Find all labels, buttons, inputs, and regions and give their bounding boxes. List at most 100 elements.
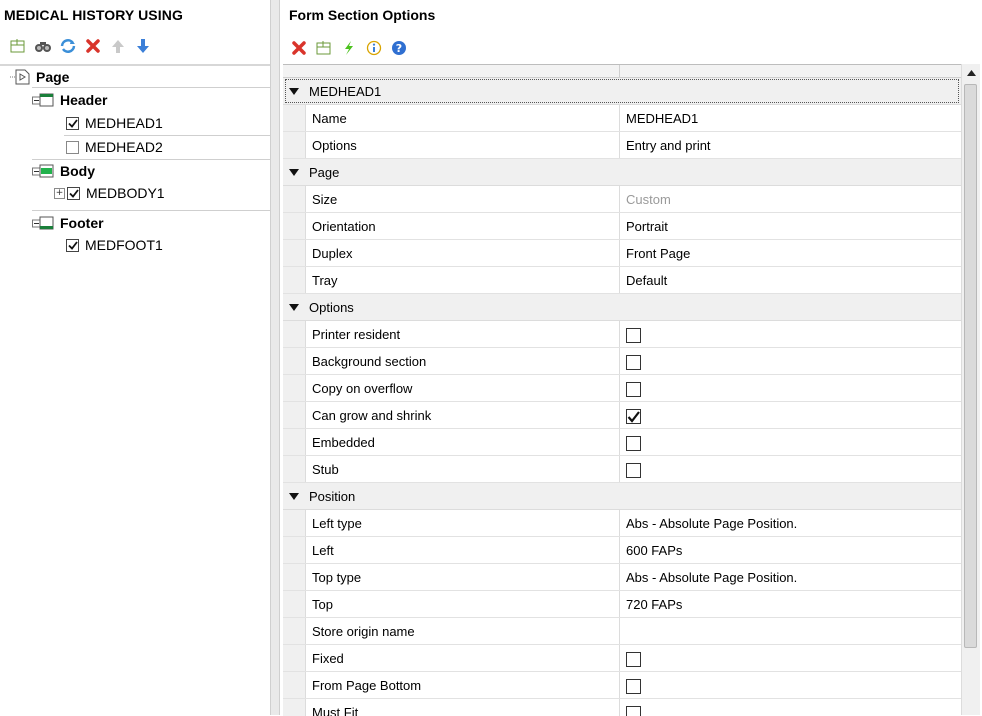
body-section-icon [32,164,54,178]
add-section-icon[interactable] [8,37,27,56]
collapse-icon[interactable] [283,303,305,311]
tree-item-separator [64,135,270,136]
section-tree-panel: MEDICAL HISTORY USING Page Header MEDHEA… [0,0,270,715]
collapse-icon[interactable] [283,492,305,500]
add-section-icon[interactable] [314,39,333,58]
medfoot1-checkbox[interactable] [66,238,79,252]
delete-icon[interactable] [289,39,308,58]
printer-resident-checkbox[interactable] [626,328,641,343]
medhead2-checkbox[interactable] [66,140,79,154]
scrollbar-thumb[interactable] [964,84,977,648]
property-row[interactable]: Top 720 FAPs [283,591,961,618]
from-page-bottom-checkbox[interactable] [626,679,641,694]
can-grow-and-shrink-checkbox[interactable] [626,409,641,424]
property-row[interactable]: Duplex Front Page [283,240,961,267]
find-icon[interactable] [33,37,52,56]
property-value[interactable]: Default [620,267,961,293]
tree-item-medhead1[interactable]: MEDHEAD1 [66,113,163,133]
property-row[interactable]: From Page Bottom [283,672,961,699]
move-up-icon[interactable] [108,37,127,56]
collapse-icon[interactable] [283,168,305,176]
expand-icon[interactable]: + [54,187,65,199]
embedded-checkbox[interactable] [626,436,641,451]
tree-item-label: MEDHEAD2 [85,139,163,155]
property-value[interactable]: 600 FAPs [620,537,961,563]
property-name: Top type [306,564,620,590]
copy-on-overflow-checkbox[interactable] [626,382,641,397]
property-row[interactable]: Size Custom [283,186,961,213]
property-row[interactable]: Copy on overflow [283,375,961,402]
property-row[interactable]: Stub [283,456,961,483]
tree-separator [32,159,270,160]
tree-separator [32,210,270,211]
property-row[interactable]: Printer resident [283,321,961,348]
vertical-scrollbar[interactable] [961,64,980,715]
options-toolbar: ? [289,38,408,58]
tree-node-footer[interactable]: Footer [32,213,104,233]
pane-splitter[interactable] [270,0,280,715]
property-value[interactable]: Abs - Absolute Page Position. [620,564,961,590]
property-value[interactable]: 720 FAPs [620,591,961,617]
property-name: Name [306,105,620,131]
toolbar-divider [0,64,270,66]
property-row[interactable]: Tray Default [283,267,961,294]
property-row[interactable]: Must Fit [283,699,961,716]
property-value[interactable] [620,618,961,644]
tree-page-label: Page [36,69,70,85]
property-value[interactable]: Front Page [620,240,961,266]
tree-node-page[interactable]: Page [10,67,69,87]
fixed-checkbox[interactable] [626,652,641,667]
tree-footer-label: Footer [60,215,104,231]
property-row[interactable]: Orientation Portrait [283,213,961,240]
property-name: Copy on overflow [306,375,620,401]
grid-header [283,65,961,78]
property-row[interactable]: Background section [283,348,961,375]
property-value[interactable]: Entry and print [620,132,961,158]
category-position[interactable]: Position [283,483,961,510]
svg-text:?: ? [395,42,401,55]
property-value[interactable]: MEDHEAD1 [620,105,961,131]
tree-toolbar [8,34,152,58]
property-row[interactable]: Top type Abs - Absolute Page Position. [283,564,961,591]
property-value[interactable]: Custom [620,186,961,212]
tree-header-label: Header [60,92,108,108]
tree-item-label: MEDBODY1 [86,185,165,201]
property-value[interactable]: Abs - Absolute Page Position. [620,510,961,536]
panel-title: Form Section Options [289,7,436,23]
property-row[interactable]: Embedded [283,429,961,456]
form-title: MEDICAL HISTORY USING [4,7,183,23]
lightning-icon[interactable] [339,39,358,58]
property-name: Orientation [306,213,620,239]
page-icon [10,69,30,85]
move-down-icon[interactable] [133,37,152,56]
scroll-up-icon[interactable] [962,64,980,82]
property-grid: MEDHEAD1 Name MEDHEAD1 Options Entry and… [283,64,961,716]
tree-node-body[interactable]: Body [32,161,95,181]
category-page[interactable]: Page [283,159,961,186]
medhead1-checkbox[interactable] [66,116,79,130]
property-value[interactable]: Portrait [620,213,961,239]
property-row[interactable]: Left type Abs - Absolute Page Position. [283,510,961,537]
category-medhead1[interactable]: MEDHEAD1 [283,78,961,105]
property-row[interactable]: Name MEDHEAD1 [283,105,961,132]
property-row[interactable]: Fixed [283,645,961,672]
stub-checkbox[interactable] [626,463,641,478]
category-title: Position [309,488,356,504]
category-options[interactable]: Options [283,294,961,321]
delete-icon[interactable] [83,37,102,56]
medbody1-checkbox[interactable] [67,186,80,200]
property-row[interactable]: Left 600 FAPs [283,537,961,564]
refresh-icon[interactable] [58,37,77,56]
background-section-checkbox[interactable] [626,355,641,370]
tree-node-header[interactable]: Header [32,90,107,110]
tree-item-medfoot1[interactable]: MEDFOOT1 [66,235,163,255]
property-name: Options [306,132,620,158]
info-icon[interactable] [364,39,383,58]
property-row[interactable]: Store origin name [283,618,961,645]
category-title: Page [309,164,340,180]
tree-item-medhead2[interactable]: MEDHEAD2 [66,137,163,157]
tree-item-medbody1[interactable]: + MEDBODY1 [54,183,165,203]
property-row[interactable]: Can grow and shrink [283,402,961,429]
help-icon[interactable]: ? [389,39,408,58]
property-row[interactable]: Options Entry and print [283,132,961,159]
